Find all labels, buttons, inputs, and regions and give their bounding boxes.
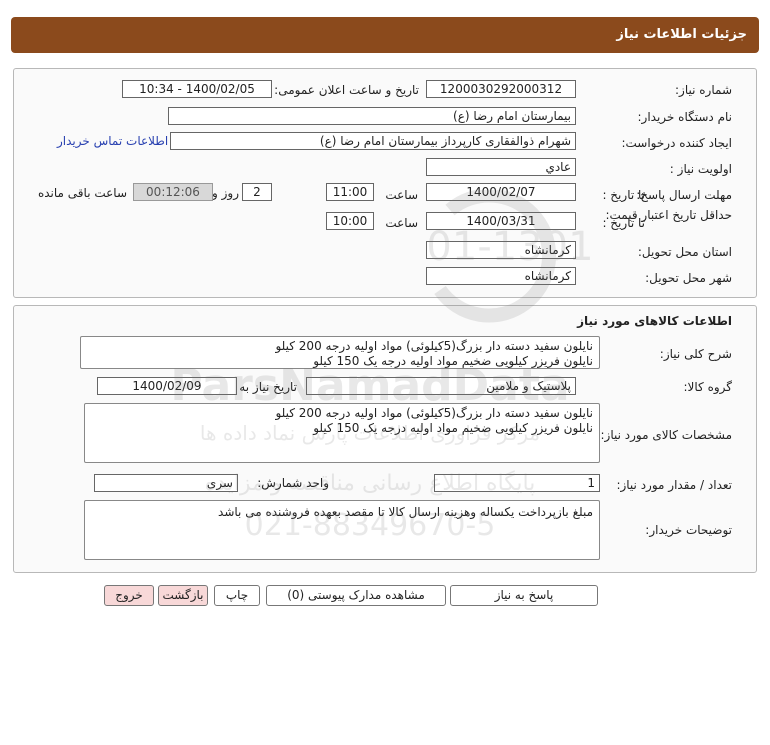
reply-deadline-label: مهلت ارسال پاسخ: [636, 188, 732, 202]
page-title-bar: جزئیات اطلاعات نیاز [11, 17, 759, 53]
reply-to-date-label: تا تاریخ : [602, 188, 645, 202]
reply-time-label: ساعت [385, 188, 418, 202]
price-time-label: ساعت [385, 216, 418, 230]
unit-label: واحد شمارش: [257, 476, 329, 490]
price-to-date-label: تا تاریخ : [602, 216, 645, 230]
announce-date-field: 1400/02/05 - 10:34 [122, 80, 272, 98]
quantity-label: تعداد / مقدار مورد نیاز: [616, 478, 732, 492]
exit-button[interactable]: خروج [104, 585, 154, 606]
priority-label: اولویت نیاز : [669, 162, 732, 176]
page-title: جزئیات اطلاعات نیاز [616, 27, 747, 42]
goods-group-field: پلاستیک و ملامین [306, 377, 576, 395]
reply-date-field: 1400/02/07 [426, 183, 576, 201]
unit-field: سری [94, 474, 238, 492]
days-remaining-field: 2 [242, 183, 272, 201]
delivery-city-field: کرمانشاه [426, 267, 576, 285]
buyer-org-label: نام دستگاه خریدار: [637, 110, 733, 124]
buyer-notes-label: توضیحات خریدار: [645, 523, 732, 537]
reply-to-need-button[interactable]: پاسخ به نیاز [450, 585, 598, 606]
need-number-field: 1200030292000312 [426, 80, 576, 98]
buyer-org-field: بیمارستان امام رضا (ع) [168, 107, 576, 125]
request-creator-label: ایجاد کننده درخواست: [621, 136, 732, 150]
buyer-contact-link[interactable]: اطلاعات تماس خریدار [57, 134, 168, 148]
days-label: روز و [212, 186, 239, 200]
delivery-province-label: استان محل تحویل: [637, 245, 732, 259]
need-number-label: شماره نیاز: [675, 83, 732, 97]
print-button[interactable]: چاپ [214, 585, 260, 606]
need-details-panel [13, 68, 757, 298]
priority-field: عادي [426, 158, 576, 176]
need-summary-label: شرح کلی نیاز: [659, 347, 732, 361]
price-time-field: 10:00 [326, 212, 374, 230]
goods-section-title: اطلاعات کالاهای مورد نیاز [577, 314, 732, 328]
countdown-timer: 00:12:06 [133, 183, 213, 201]
request-creator-field: شهرام ذوالفقاری کارپرداز بیمارستان امام … [170, 132, 576, 150]
goods-specs-field: نایلون سفید دسته دار بزرگ(5کیلوئی) مواد … [84, 403, 600, 463]
goods-need-date-field: 1400/02/09 [97, 377, 237, 395]
price-date-field: 1400/03/31 [426, 212, 576, 230]
delivery-city-label: شهر محل تحویل: [645, 271, 732, 285]
remaining-time-label: ساعت باقی مانده [37, 186, 127, 200]
back-button[interactable]: بازگشت [158, 585, 208, 606]
buyer-notes-field: مبلغ بازپرداخت یکساله وهزینه ارسال کالا … [84, 500, 600, 560]
announce-date-label: تاریخ و ساعت اعلان عمومی: [274, 83, 419, 97]
view-attachments-button[interactable]: مشاهده مدارک پیوستی (0) [266, 585, 446, 606]
goods-specs-label: مشخصات کالای مورد نیاز: [600, 428, 732, 442]
goods-group-label: گروه کالا: [683, 380, 733, 394]
need-summary-field: نایلون سفید دسته دار بزرگ(5کیلوئی) مواد … [80, 336, 600, 369]
delivery-province-field: کرمانشاه [426, 241, 576, 259]
reply-time-field: 11:00 [326, 183, 374, 201]
quantity-field: 1 [434, 474, 600, 492]
